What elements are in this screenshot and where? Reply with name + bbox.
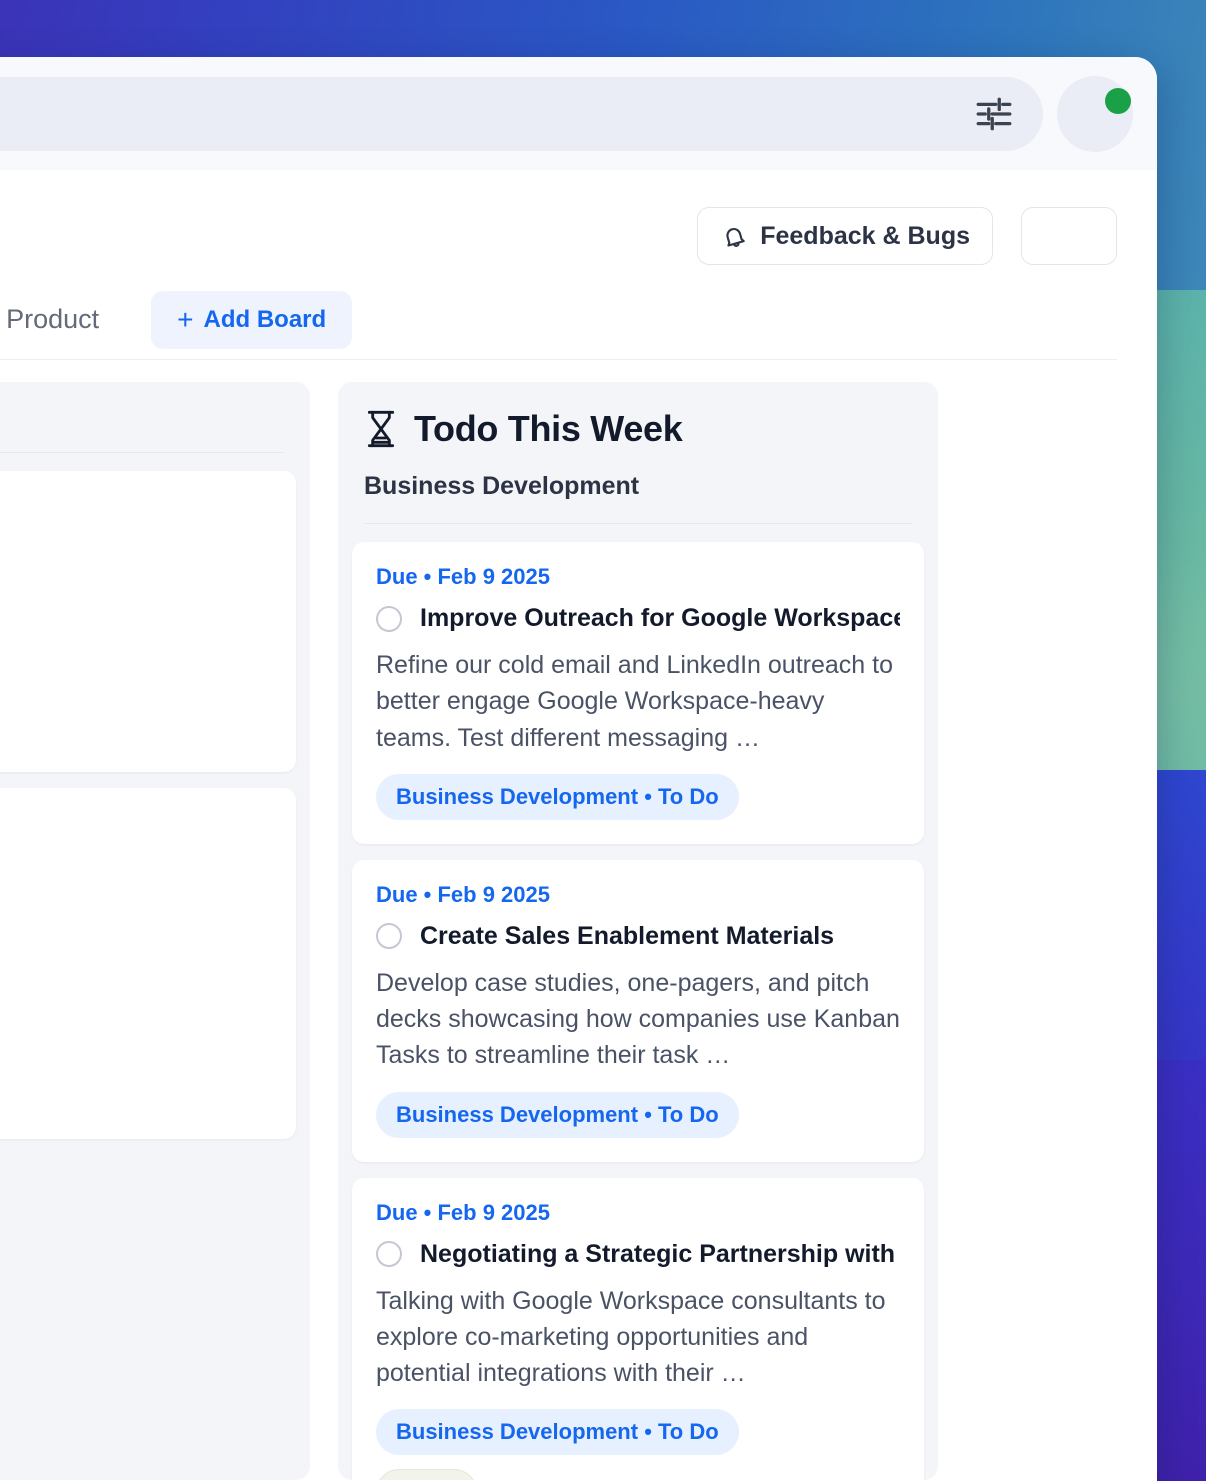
- task-label-sales[interactable]: Sales: [376, 1469, 478, 1480]
- top-chrome-bar: Search mail: [0, 57, 1157, 170]
- feedback-and-bugs-button[interactable]: Feedback & Bugs: [697, 207, 993, 265]
- task-title: Improve Outreach for Google Workspace Us…: [420, 604, 900, 632]
- board-column-todo-this-week: Todo This Week Business Development Due …: [338, 382, 938, 1480]
- column-subtitle-partial: [0, 430, 284, 453]
- avatar[interactable]: [1057, 75, 1133, 152]
- task-title-row: Negotiating a Strategic Partnership with…: [376, 1240, 900, 1269]
- task-tag-row: Business Development • To Do: [376, 1409, 900, 1456]
- task-complete-checkbox[interactable]: [376, 605, 402, 632]
- task-card[interactable]: Premium or Teams this funnel (e.g., …: [0, 471, 296, 772]
- task-desc-line: performance and …: [0, 985, 272, 1021]
- app-window: Search mail: [0, 57, 1157, 1481]
- task-card[interactable]: Due • Feb 9 2025 Improve Outreach for Go…: [352, 542, 924, 844]
- tab-product[interactable]: Product: [0, 290, 127, 359]
- add-board-button[interactable]: + Add Board: [151, 290, 353, 349]
- task-complete-checkbox[interactable]: [376, 923, 402, 950]
- board-tabs: ent Marketing Product + Add Board: [0, 274, 1117, 360]
- task-due-date: Due • Feb 9 2025: [376, 564, 551, 589]
- task-tag-row: Business Development • To Do: [376, 773, 900, 820]
- presence-indicator: [1105, 87, 1131, 114]
- header-actions: Feedback & Bugs: [697, 207, 1117, 265]
- task-status-tag[interactable]: Business Development • To Do: [376, 1091, 739, 1138]
- board-columns-area: Premium or Teams this funnel (e.g., … ba…: [0, 360, 1157, 1480]
- task-title: ban Tasks: [0, 906, 272, 935]
- column-header-todo: Todo This Week Business Development: [338, 382, 938, 524]
- search-input[interactable]: Search mail: [0, 76, 1043, 151]
- task-desc-line: Premium or Teams: [0, 615, 272, 651]
- task-label-row: Sales: [376, 1455, 900, 1480]
- task-complete-checkbox[interactable]: [376, 1241, 402, 1267]
- column-subtitle-todo: Business Development: [364, 472, 912, 524]
- column-title-todo-label: Todo This Week: [414, 408, 683, 449]
- task-card[interactable]: ban Tasks crease conversions performance…: [0, 787, 296, 1139]
- task-title: Create Sales Enablement Materials: [420, 921, 835, 950]
- bell-icon: [726, 227, 745, 247]
- column-title-todo: Todo This Week: [364, 408, 912, 450]
- task-status-tag[interactable]: Business Development • To Do: [376, 773, 739, 820]
- task-title: Negotiating a Strategic Partnership with…: [420, 1239, 900, 1268]
- feedback-and-bugs-label: Feedback & Bugs: [760, 221, 970, 250]
- add-board-label: Add Board: [203, 305, 327, 333]
- task-description: Develop case studies, one-pagers, and pi…: [376, 968, 900, 1070]
- task-title-row: Create Sales Enablement Materials: [376, 922, 900, 951]
- column-body-partial: Premium or Teams this funnel (e.g., … ba…: [0, 453, 310, 1139]
- board-header: 6 lists on 3 boards Feedback & Bugs: [0, 170, 1157, 360]
- task-due-date: Due • Feb 9 2025: [376, 1199, 551, 1225]
- task-description: Talking with Google Workspace consultant…: [376, 1286, 886, 1388]
- task-status-tag[interactable]: Business Development • To Do: [376, 1409, 739, 1456]
- tune-icon[interactable]: [973, 93, 1015, 135]
- search-input-value: Search mail: [0, 98, 973, 129]
- task-due-date: Due • Feb 9 2025: [376, 881, 551, 907]
- task-card[interactable]: Due • Feb 9 2025 Create Sales Enablement…: [352, 859, 924, 1162]
- column-header-partial: [0, 382, 310, 453]
- board-column-partial: Premium or Teams this funnel (e.g., … ba…: [0, 382, 310, 1480]
- task-tag-row: Business Development • To Do: [376, 1091, 900, 1138]
- column-subtitle-todo-label: Business Development: [364, 472, 640, 500]
- tab-product-label: Product: [6, 304, 100, 334]
- task-card[interactable]: Due • Feb 9 2025 Negotiating a Strategic…: [352, 1177, 924, 1480]
- task-desc-line: this funnel (e.g., …: [0, 651, 272, 687]
- desktop-background: Search mail: [0, 0, 1206, 1481]
- hourglass-icon: [367, 410, 395, 448]
- task-title-row: Improve Outreach for Google Workspace Us…: [376, 604, 900, 633]
- task-desc-line: crease conversions: [0, 949, 272, 985]
- plus-icon: +: [177, 303, 194, 335]
- task-description: Refine our cold email and LinkedIn outre…: [376, 651, 893, 752]
- secondary-header-button[interactable]: [1021, 207, 1117, 265]
- column-body-todo: Due • Feb 9 2025 Improve Outreach for Go…: [338, 524, 938, 1480]
